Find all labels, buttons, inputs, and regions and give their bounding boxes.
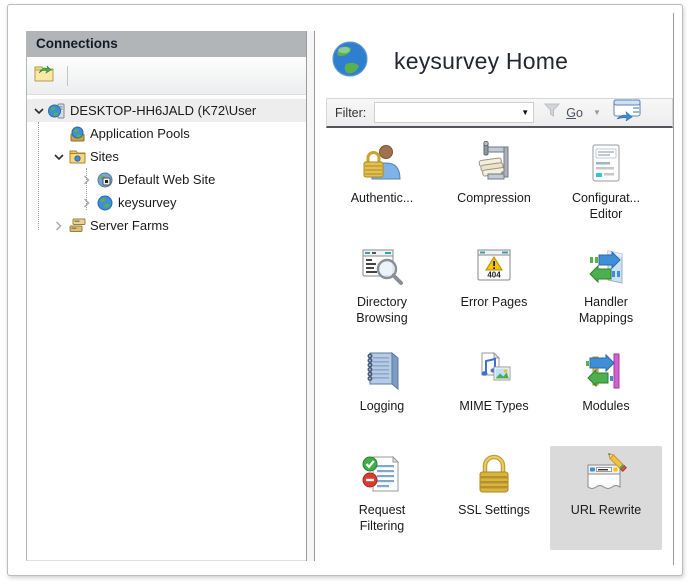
feature-modules[interactable]: Modules	[550, 342, 662, 446]
tree-item-keysurvey[interactable]: keysurvey	[27, 191, 306, 214]
feature-authentication[interactable]: Authentic...	[326, 134, 438, 238]
features-grid: Authentic...	[326, 134, 673, 550]
feature-label: Authentic...	[351, 190, 414, 206]
feature-label: Configurat... Editor	[572, 190, 640, 223]
feature-label: Logging	[360, 398, 405, 414]
page-title: keysurvey Home	[394, 48, 568, 75]
feature-request-filtering[interactable]: Request Filtering	[326, 446, 438, 550]
feature-url-rewrite[interactable]: URL Rewrite	[550, 446, 662, 550]
feature-logging[interactable]: Logging	[326, 342, 438, 446]
tree-item-label: DESKTOP-HH6JALD (K72\User	[70, 103, 256, 118]
filter-input[interactable]: ▼	[374, 102, 534, 123]
home-pane: keysurvey Home Filter: ▼ Go ▼	[318, 13, 674, 565]
feature-ssl-settings[interactable]: SSL Settings	[438, 446, 550, 550]
modules-icon	[584, 347, 628, 393]
ssl-settings-icon	[472, 451, 516, 497]
feature-label: SSL Settings	[458, 502, 530, 518]
feature-error-pages[interactable]: 404 Error Pages	[438, 238, 550, 342]
feature-label: Handler Mappings	[579, 294, 633, 327]
funnel-icon	[544, 103, 560, 122]
stopped-site-icon	[96, 172, 114, 188]
tree-guide-line	[38, 122, 39, 230]
tree-item-label: Sites	[90, 149, 119, 164]
tree-guide-line	[86, 168, 87, 210]
chevron-down-icon[interactable]	[51, 149, 66, 164]
connections-panel-title: Connections	[27, 31, 306, 57]
error-pages-icon: 404	[472, 243, 516, 289]
go-dropdown-icon[interactable]: ▼	[593, 108, 601, 117]
filter-toolbar: Filter: ▼ Go ▼	[326, 98, 673, 128]
tree-item-sites[interactable]: Sites	[27, 145, 306, 168]
chevron-down-icon[interactable]	[31, 103, 46, 118]
url-rewrite-icon	[583, 451, 629, 497]
feature-mime-types[interactable]: MIME Types	[438, 342, 550, 446]
spacer	[51, 126, 66, 141]
feature-label: Error Pages	[461, 294, 528, 310]
tree-item-label: Server Farms	[90, 218, 169, 233]
feature-label: Compression	[457, 190, 531, 206]
sites-folder-icon	[68, 149, 86, 165]
connect-folder-icon[interactable]	[33, 63, 57, 88]
combo-dropdown-icon[interactable]: ▼	[517, 103, 533, 122]
authentication-icon	[360, 139, 404, 185]
tree-item-label: keysurvey	[118, 195, 177, 210]
feature-directory-browsing[interactable]: Directory Browsing	[326, 238, 438, 342]
compression-icon	[472, 139, 516, 185]
site-globe-icon	[96, 195, 114, 211]
connections-tree: DESKTOP-HH6JALD (K72\User Application Po…	[27, 95, 306, 237]
feature-compression[interactable]: Compression	[438, 134, 550, 238]
request-filtering-icon	[360, 451, 404, 497]
globe-icon	[330, 39, 370, 84]
tree-item-default-web-site[interactable]: Default Web Site	[27, 168, 306, 191]
directory-browsing-icon	[359, 243, 405, 289]
feature-handler-mappings[interactable]: Handler Mappings	[550, 238, 662, 342]
app-pools-icon	[68, 126, 86, 142]
logging-icon	[360, 347, 404, 393]
svg-text:404: 404	[487, 271, 501, 280]
connections-toolbar	[27, 57, 306, 95]
mime-types-icon	[472, 347, 516, 393]
server-icon	[48, 103, 66, 119]
filter-label: Filter:	[335, 106, 366, 120]
feature-configuration-editor[interactable]: Configurat... Editor	[550, 134, 662, 238]
tree-item-label: Application Pools	[90, 126, 190, 141]
handler-mappings-icon	[584, 243, 628, 289]
server-farms-icon	[68, 218, 86, 234]
feature-label: MIME Types	[459, 398, 528, 414]
toolbar-separator	[67, 66, 68, 86]
show-all-icon[interactable]	[613, 99, 643, 126]
tree-item-server-farms[interactable]: Server Farms	[27, 214, 306, 237]
chevron-right-icon[interactable]	[51, 218, 66, 233]
feature-label: Modules	[582, 398, 629, 414]
page-header: keysurvey Home	[318, 13, 673, 98]
tree-item-application-pools[interactable]: Application Pools	[27, 122, 306, 145]
panel-splitter[interactable]	[306, 31, 315, 561]
tree-item-server[interactable]: DESKTOP-HH6JALD (K72\User	[27, 99, 306, 122]
go-button[interactable]: Go	[566, 106, 583, 120]
iis-manager-window: Connections	[7, 4, 683, 576]
feature-label: URL Rewrite	[571, 502, 641, 518]
tree-item-label: Default Web Site	[118, 172, 215, 187]
connections-panel: Connections	[26, 31, 306, 561]
configuration-editor-icon	[584, 139, 628, 185]
feature-label: Directory Browsing	[356, 294, 407, 327]
feature-label: Request Filtering	[359, 502, 406, 535]
